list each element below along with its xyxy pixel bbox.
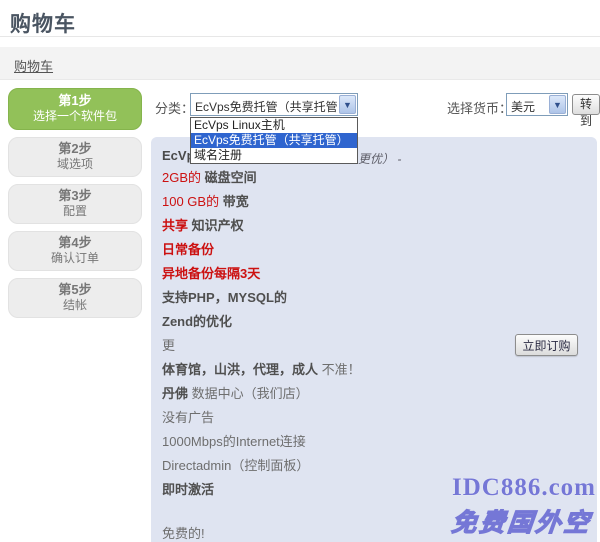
feature-segment: 不准！ [322, 362, 361, 377]
feature-line: 丹佛 数据中心（我们店） [162, 382, 587, 406]
category-label: 分类： [155, 98, 194, 117]
chevron-down-icon: ▼ [339, 95, 356, 114]
feature-line: 共享 知识产权 [162, 214, 587, 238]
feature-segment: 共享 [162, 218, 192, 233]
feature-line: 支持PHP，MYSQL的 [162, 286, 587, 310]
step-number: 第4步 [9, 235, 141, 251]
currency-select-value: 美元 [511, 98, 547, 115]
feature-segment: 数据中心（我们店） [192, 386, 309, 401]
feature-segment: 更 [162, 338, 175, 353]
order-steps-sidebar: 第1步 选择一个软件包 第2步 域选项 第3步 配置 第4步 确认订单 第5步 … [8, 88, 142, 325]
step-label: 确认订单 [9, 251, 141, 266]
step-label: 选择一个软件包 [9, 109, 141, 124]
feature-line: 日常备份 [162, 238, 587, 262]
feature-line: 体育馆，山洪，代理，成人 不准！ [162, 358, 587, 382]
page-title: 购物车 [10, 8, 76, 38]
category-select-value: EcVps免费托管（共享托管） [195, 98, 337, 115]
watermark-site: IDC886.com [452, 474, 596, 502]
feature-segment: 知识产权 [192, 218, 244, 233]
feature-line: 1000Mbps的Internet连接 [162, 430, 587, 454]
dropdown-option[interactable]: 域名注册 [191, 148, 357, 163]
order-now-button[interactable]: 立即订购 [515, 334, 578, 356]
step-label: 配置 [9, 204, 141, 219]
step-label: 结帐 [9, 298, 141, 313]
step-label: 域选项 [9, 157, 141, 172]
step-number: 第1步 [9, 93, 141, 109]
dropdown-option-selected[interactable]: EcVps免费托管（共享托管） [191, 133, 357, 148]
feature-line: 异地备份每隔3天 [162, 262, 587, 286]
step-number: 第2步 [9, 141, 141, 157]
product-heading-right: 更优） - [358, 150, 401, 167]
feature-segment: 支持PHP，MYSQL的 [162, 290, 287, 305]
feature-segment: 体育馆，山洪，代理，成人 [162, 362, 322, 377]
step-item-2[interactable]: 第2步 域选项 [8, 137, 142, 177]
currency-label: 选择货币： [447, 98, 512, 117]
feature-line: 2GB的 磁盘空间 [162, 166, 587, 190]
category-select[interactable]: EcVps免费托管（共享托管） ▼ [190, 93, 358, 116]
feature-line: Zend的优化 [162, 310, 587, 334]
feature-segment: 1000Mbps的Internet连接 [162, 434, 306, 449]
feature-segment: 异地备份每隔3天 [162, 266, 260, 281]
feature-line: 没有广告 [162, 406, 587, 430]
dropdown-option[interactable]: EcVps Linux主机 [191, 118, 357, 133]
watermark-slogan: 免费国外空间 [446, 503, 600, 542]
category-dropdown-list: EcVps Linux主机 EcVps免费托管（共享托管） 域名注册 [190, 117, 358, 164]
free-note: 免费的! [162, 523, 205, 542]
step-item-4[interactable]: 第4步 确认订单 [8, 231, 142, 271]
feature-segment: 磁盘空间 [205, 170, 257, 185]
feature-segment: 没有广告 [162, 410, 214, 425]
feature-segment: 2GB的 [162, 170, 205, 185]
chevron-down-icon: ▼ [549, 95, 566, 114]
step-item-1[interactable]: 第1步 选择一个软件包 [8, 88, 142, 130]
feature-segment: 100 GB的 [162, 194, 223, 209]
title-divider [0, 36, 600, 37]
currency-select[interactable]: 美元 ▼ [506, 93, 568, 116]
feature-segment: 即时激活 [162, 482, 214, 497]
breadcrumb: 购物车 [0, 47, 600, 80]
feature-segment: Directadmin（控制面板） [162, 458, 309, 473]
feature-segment: 带宽 [223, 194, 249, 209]
breadcrumb-link-cart[interactable]: 购物车 [14, 56, 53, 75]
step-number: 第3步 [9, 188, 141, 204]
go-button[interactable]: 转到 [572, 94, 600, 115]
feature-segment: 丹佛 [162, 386, 192, 401]
step-number: 第5步 [9, 282, 141, 298]
step-item-5[interactable]: 第5步 结帐 [8, 278, 142, 318]
step-item-3[interactable]: 第3步 配置 [8, 184, 142, 224]
feature-line: 100 GB的 带宽 [162, 190, 587, 214]
feature-segment: 日常备份 [162, 242, 214, 257]
feature-segment: Zend的优化 [162, 314, 232, 329]
shopping-cart-page: 购物车 购物车 第1步 选择一个软件包 第2步 域选项 第3步 配置 第4步 确… [0, 0, 600, 542]
